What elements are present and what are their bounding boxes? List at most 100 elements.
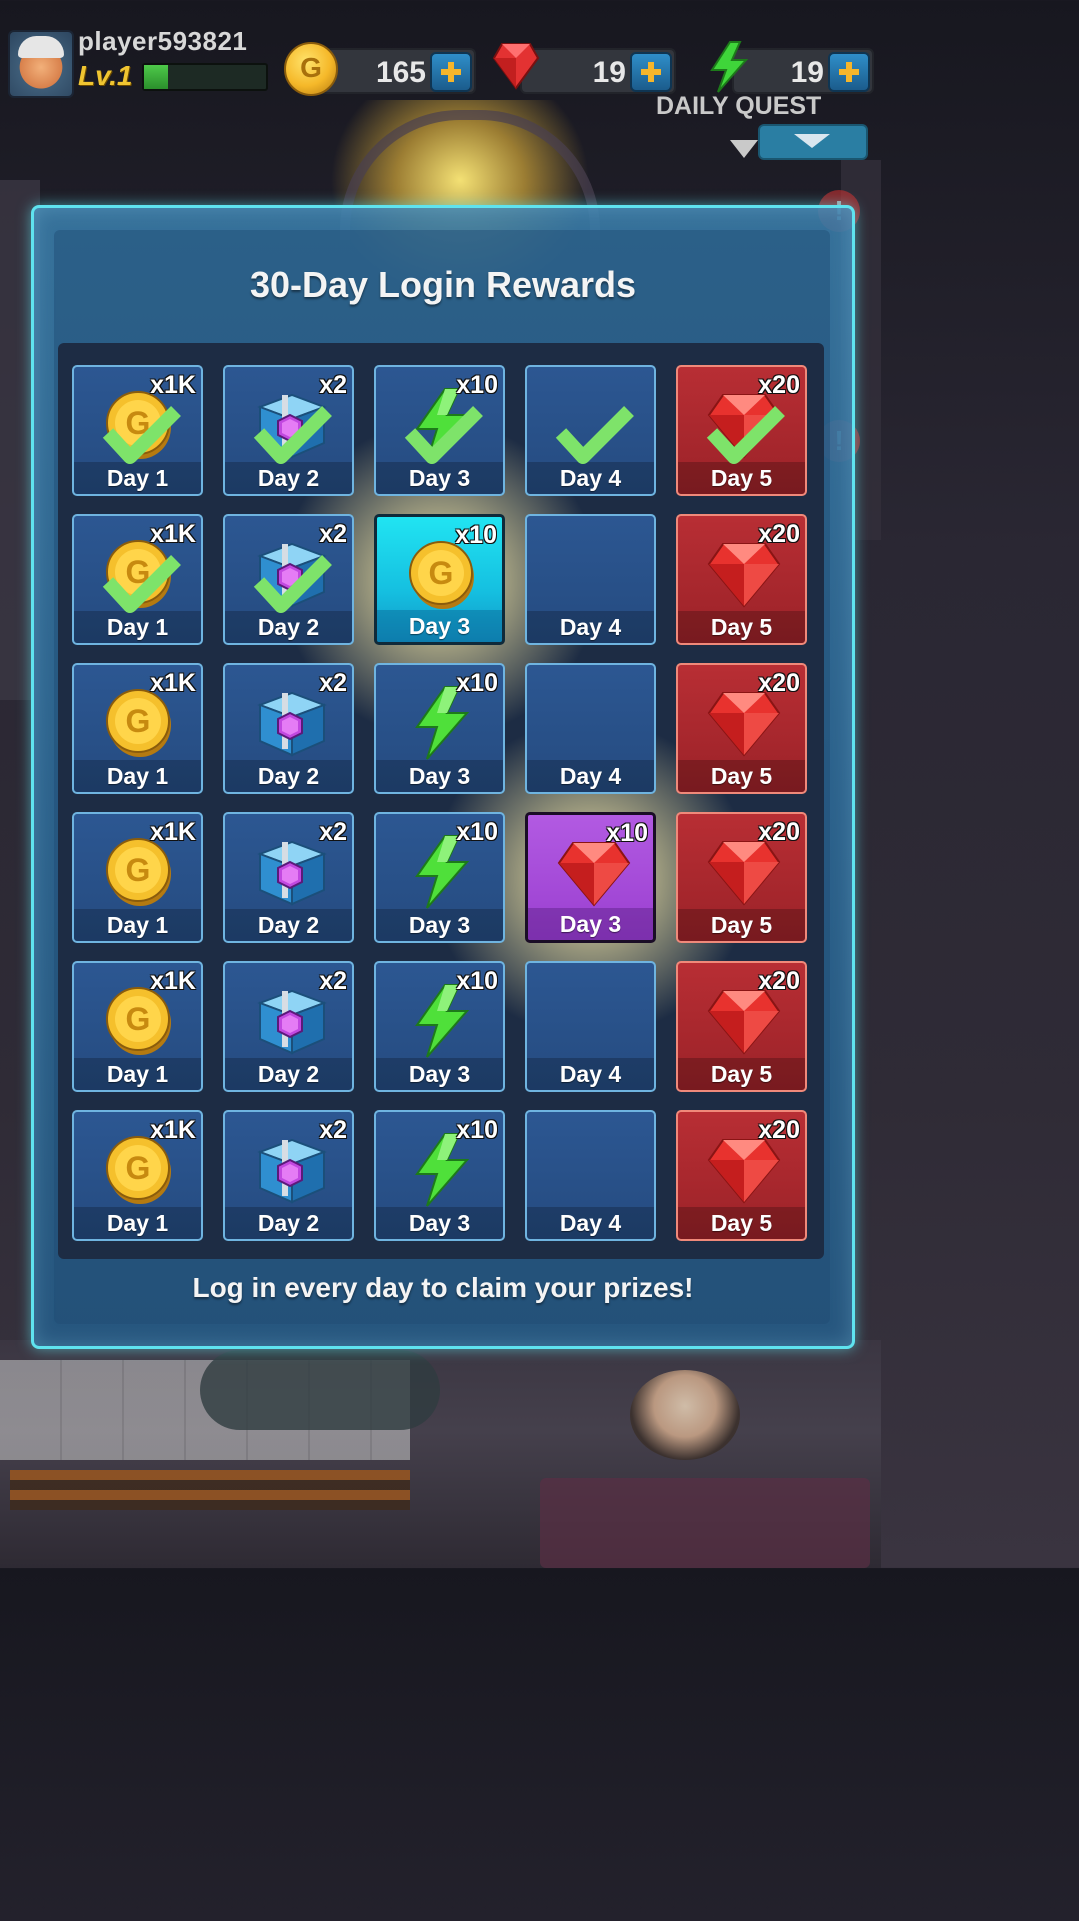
- day-label: Day 5: [710, 614, 773, 640]
- reward-quantity: x20: [758, 520, 800, 548]
- reward-cell-3-2[interactable]: x2 Day 2: [223, 663, 354, 794]
- day-label: Day 5: [710, 1210, 773, 1236]
- checkmark-icon: [555, 405, 635, 465]
- energy-count: 19: [790, 56, 824, 89]
- reward-quantity: x20: [758, 371, 800, 399]
- reward-quantity: x2: [319, 1116, 347, 1144]
- reward-cell-6-3[interactable]: x10 Day 3: [374, 1110, 505, 1241]
- reward-cell-3-4[interactable]: Day 4: [525, 663, 656, 794]
- checkmark-icon: [102, 405, 182, 465]
- add-energy-button[interactable]: [828, 52, 870, 92]
- reward-cell-5-1[interactable]: Gx1K Day 1: [72, 961, 203, 1092]
- reward-quantity: x20: [758, 967, 800, 995]
- reward-cell-6-4[interactable]: Day 4: [525, 1110, 656, 1241]
- login-rewards-modal: 30-Day Login Rewards Gx1K Day 1 x2 Day 2 x10…: [31, 205, 855, 1349]
- reward-quantity: x10: [456, 669, 498, 697]
- reward-cell-6-1[interactable]: Gx1K Day 1: [72, 1110, 203, 1241]
- reward-cell-2-3[interactable]: Gx10 Day 3: [374, 514, 505, 645]
- reward-cell-6-2[interactable]: x2 Day 2: [223, 1110, 354, 1241]
- reward-quantity: x10: [456, 967, 498, 995]
- reward-cell-5-3[interactable]: x10 Day 3: [374, 961, 505, 1092]
- day-label: Day 3: [408, 613, 471, 639]
- reward-cell-2-2[interactable]: x2 Day 2: [223, 514, 354, 645]
- reward-cell-1-3[interactable]: x10 Day 3: [374, 365, 505, 496]
- player-name: player593821: [78, 26, 248, 56]
- checkmark-icon: [102, 554, 182, 614]
- reward-quantity: x20: [758, 669, 800, 697]
- reward-cell-6-5[interactable]: x20 Day 5: [676, 1110, 807, 1241]
- coin-icon: G: [284, 42, 338, 96]
- day-label: Day 3: [559, 911, 622, 937]
- svg-text:G: G: [126, 1001, 151, 1037]
- add-coins-button[interactable]: [430, 52, 472, 92]
- day-label: Day 4: [559, 1210, 622, 1236]
- reward-cell-1-4[interactable]: Day 4: [525, 365, 656, 496]
- background-scientist: [630, 1370, 740, 1460]
- reward-quantity: x10: [455, 521, 497, 549]
- day-label: Day 2: [257, 1061, 320, 1087]
- day-label: Day 4: [559, 1061, 622, 1087]
- reward-quantity: x1K: [150, 1116, 196, 1144]
- day-label: Day 1: [106, 1210, 169, 1236]
- day-label: Day 5: [710, 763, 773, 789]
- gem-count: 19: [592, 56, 626, 89]
- lightning-bolt-icon: [710, 41, 749, 93]
- day-label: Day 3: [408, 763, 471, 789]
- reward-cell-3-1[interactable]: Gx1K Day 1: [72, 663, 203, 794]
- reward-cell-1-1[interactable]: Gx1K Day 1: [72, 365, 203, 496]
- reward-cell-4-1[interactable]: Gx1K Day 1: [72, 812, 203, 943]
- modal-footer-text: Log in every day to claim your prizes!: [192, 1272, 694, 1303]
- daily-quest-label[interactable]: DAILY QUEST: [656, 92, 821, 121]
- player-avatar[interactable]: [8, 30, 74, 98]
- reward-cell-4-3[interactable]: x10 Day 3: [374, 812, 505, 943]
- reward-cell-5-5[interactable]: x20 Day 5: [676, 961, 807, 1092]
- day-label: Day 3: [408, 1210, 471, 1236]
- add-gems-button[interactable]: [630, 52, 672, 92]
- reward-quantity: x1K: [150, 967, 196, 995]
- reward-cell-4-2[interactable]: x2 Day 2: [223, 812, 354, 943]
- day-label: Day 4: [559, 465, 622, 491]
- daily-quest-toggle-button[interactable]: [758, 124, 868, 160]
- day-label: Day 1: [106, 465, 169, 491]
- reward-cell-2-5[interactable]: x20 Day 5: [676, 514, 807, 645]
- player-level: Lv.1: [78, 60, 133, 91]
- day-label: Day 1: [106, 1061, 169, 1087]
- reward-quantity: x1K: [150, 669, 196, 697]
- xp-bar: [142, 63, 268, 91]
- reward-quantity: x1K: [150, 520, 196, 548]
- triangle-down-icon: [730, 140, 758, 158]
- reward-quantity: x2: [319, 520, 347, 548]
- reward-quantity: x2: [319, 967, 347, 995]
- reward-quantity: x10: [456, 818, 498, 846]
- svg-text:G: G: [126, 1150, 151, 1186]
- modal-title: 30-Day Login Rewards: [249, 264, 637, 305]
- reward-cell-5-2[interactable]: x2 Day 2: [223, 961, 354, 1092]
- reward-grid: Gx1K Day 1 x2 Day 2 x10 Day 3 Day 4 x20 Day 5 Gx1…: [58, 343, 824, 1259]
- gem-counter: 19: [520, 48, 676, 94]
- reward-cell-1-2[interactable]: x2 Day 2: [223, 365, 354, 496]
- reward-cell-4-4[interactable]: x10 Day 3: [525, 812, 656, 943]
- day-label: Day 2: [257, 912, 320, 938]
- reward-cell-4-5[interactable]: x20 Day 5: [676, 812, 807, 943]
- checkmark-icon: [404, 405, 484, 465]
- svg-text:G: G: [126, 703, 151, 739]
- day-label: Day 1: [106, 912, 169, 938]
- reward-cell-1-5[interactable]: x20 Day 5: [676, 365, 807, 496]
- checkmark-icon: [253, 554, 333, 614]
- reward-cell-2-4[interactable]: Day 4: [525, 514, 656, 645]
- reward-cell-5-4[interactable]: Day 4: [525, 961, 656, 1092]
- reward-cell-3-3[interactable]: x10 Day 3: [374, 663, 505, 794]
- energy-counter: 19: [732, 48, 874, 94]
- background-robot: [200, 1350, 440, 1430]
- reward-quantity: x20: [758, 1116, 800, 1144]
- day-label: Day 1: [106, 614, 169, 640]
- reward-quantity: x1K: [150, 371, 196, 399]
- xp-bar-fill: [144, 65, 169, 89]
- reward-cell-2-1[interactable]: Gx1K Day 1: [72, 514, 203, 645]
- day-label: Day 5: [710, 1061, 773, 1087]
- day-label: Day 1: [106, 763, 169, 789]
- checkmark-icon: [253, 405, 333, 465]
- reward-quantity: x1K: [150, 818, 196, 846]
- day-label: Day 2: [257, 763, 320, 789]
- reward-cell-3-5[interactable]: x20 Day 5: [676, 663, 807, 794]
